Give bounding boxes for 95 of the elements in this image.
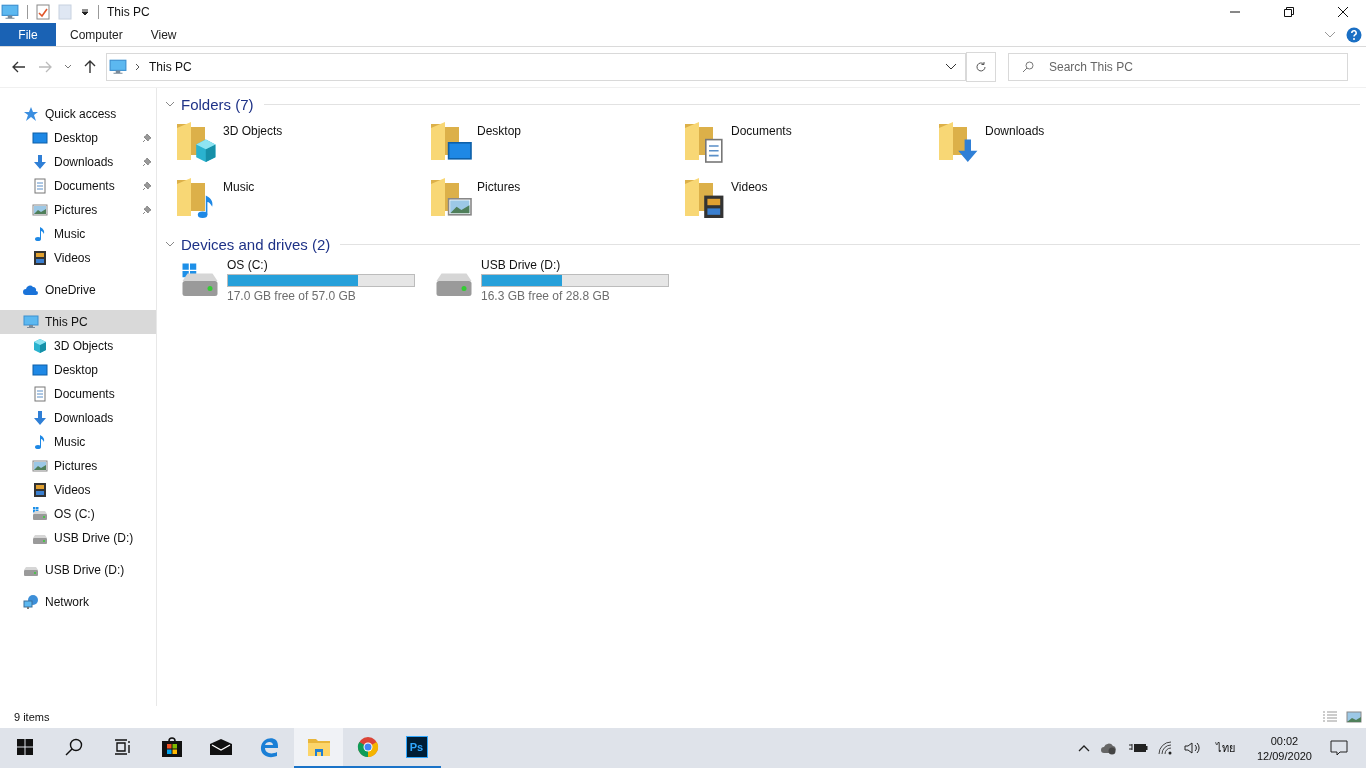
envelope-icon [208,738,233,756]
picture-icon [32,458,48,474]
refresh-button[interactable] [966,52,996,82]
computer-icon [1,2,19,21]
address-bar[interactable]: This PC [106,53,966,81]
task-view-icon [113,739,132,755]
pin-icon[interactable] [142,133,152,143]
film-icon [32,482,48,498]
close-icon [1337,5,1349,18]
restore-icon [1283,5,1295,18]
pin-icon[interactable] [142,205,152,215]
nav-item[interactable]: OS (C:) [0,502,156,526]
nav-item[interactable]: Pictures [0,198,156,222]
cloud-icon[interactable] [1099,741,1118,755]
chevron-up-icon[interactable] [1077,744,1090,752]
star-icon [23,106,39,122]
folder-icon [306,737,331,757]
taskbar-app[interactable]: Ps [392,728,441,768]
nav-item[interactable]: Downloads [0,406,156,430]
nav-item[interactable]: Documents [0,382,156,406]
chevron-down-icon[interactable] [945,63,957,71]
item-count: 9 items [14,711,50,723]
nav-item[interactable]: Videos [0,478,156,502]
nav-item[interactable]: 3D Objects [0,334,156,358]
windows-logo-icon [16,739,33,755]
nav-item[interactable]: Pictures [0,454,156,478]
folder-label[interactable]: Desktop [477,120,522,138]
group-heading[interactable]: Folders (7) [181,95,254,113]
nav-item[interactable]: Downloads [0,150,156,174]
document-icon [32,386,48,402]
folder-label[interactable]: Documents [731,120,792,138]
search-icon [1022,61,1034,73]
free-space-text: 17.0 GB free of 57.0 GB [227,289,357,303]
ribbon-tab[interactable]: Computer [56,23,137,46]
network-icon [23,594,39,610]
search-icon [64,738,83,756]
clock-date: 12/09/2020 [1256,749,1312,762]
nav-item[interactable]: OneDrive [0,278,156,302]
app-logo: Ps [405,736,428,758]
pin-icon[interactable] [142,157,152,167]
nav-item[interactable]: Music [0,430,156,454]
film-icon [32,250,48,266]
monitor-icon [32,130,48,146]
nav-item[interactable]: Desktop [0,126,156,150]
nav-item[interactable]: Network [0,590,156,614]
folder-label[interactable]: Downloads [985,120,1045,138]
folder-label[interactable]: Videos [731,176,768,194]
nav-item[interactable]: Videos [0,246,156,270]
drive-label[interactable]: OS (C:) [227,258,415,272]
computer-icon [23,314,39,330]
picture-icon [32,202,48,218]
breadcrumb[interactable]: This PC [149,60,192,74]
window-title: This PC [107,4,150,19]
speaker-icon[interactable] [1183,741,1202,755]
file-tab[interactable]: File [0,23,56,46]
nav-item[interactable]: Quick access [0,102,156,126]
e-logo-icon [258,736,281,758]
up-arrow-icon[interactable] [84,60,96,74]
free-space-text: 16.3 GB free of 28.8 GB [481,289,611,303]
clock[interactable]: 00:02 12/09/2020 [1248,734,1320,762]
nav-item[interactable]: Desktop [0,358,156,382]
cube-icon [32,338,48,354]
nav-item[interactable]: Documents [0,174,156,198]
down-arrow-icon [32,410,48,426]
chevron-right-icon [135,63,141,71]
group-heading[interactable]: Devices and drives (2) [181,235,331,253]
nav-item[interactable]: Music [0,222,156,246]
drive-label[interactable]: USB Drive (D:) [481,258,669,272]
search-field[interactable]: Search This PC [1008,53,1348,81]
pin-icon[interactable] [142,181,152,191]
battery-plug-icon[interactable] [1127,742,1148,754]
nav-item[interactable]: USB Drive (D:) [0,526,156,550]
nav-item[interactable]: USB Drive (D:) [0,558,156,582]
ribbon-tab[interactable]: View [136,23,191,46]
computer-icon [109,58,127,76]
folder-label[interactable]: 3D Objects [223,120,283,138]
notification-icon[interactable] [1330,740,1348,756]
monitor-icon [32,362,48,378]
shopping-bag-icon [160,736,183,758]
help-icon[interactable] [1346,26,1362,43]
back-arrow-icon[interactable] [12,61,26,73]
folder-label[interactable]: Music [223,176,255,194]
folder-label[interactable]: Pictures [477,176,521,194]
drive-icon [32,506,48,522]
round-logo-icon [356,736,379,758]
language-indicator[interactable]: ไทย [1211,739,1239,757]
refresh-icon [975,61,987,73]
dropdown-arrow-icon[interactable] [80,6,90,17]
wifi-icon[interactable] [1157,741,1174,755]
document-icon [32,178,48,194]
checklist-icon[interactable] [36,3,50,20]
large-icons-view-icon[interactable] [1346,711,1362,723]
clock-time: 00:02 [1270,734,1299,747]
nav-item[interactable]: This PC [0,310,156,334]
down-arrow-icon [32,154,48,170]
